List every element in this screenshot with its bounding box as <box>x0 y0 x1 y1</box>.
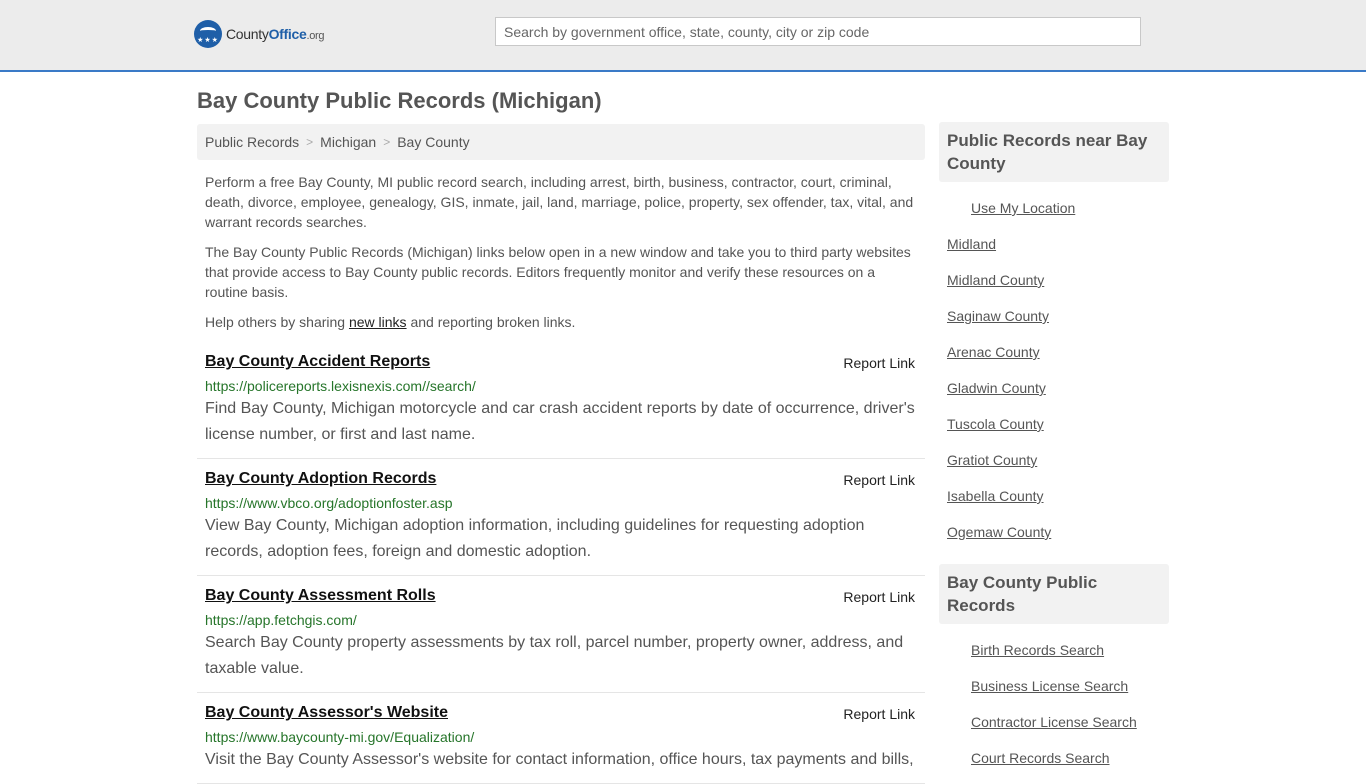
site-logo[interactable]: ★★★ CountyOffice.org <box>194 20 325 48</box>
report-link-button[interactable]: Report Link <box>843 472 915 488</box>
sidebar: Public Records near Bay County Use My Lo… <box>939 122 1169 780</box>
nearby-link-saginaw-county[interactable]: Saginaw County <box>947 298 1161 334</box>
site-header: ★★★ CountyOffice.org <box>0 0 1366 72</box>
record-item: Bay County Assessment Rolls Report Link … <box>197 576 925 693</box>
record-description: Find Bay County, Michigan motorcycle and… <box>205 400 915 443</box>
nearby-link-midland[interactable]: Midland <box>947 226 1161 262</box>
record-item: Bay County Adoption Records Report Link … <box>197 459 925 576</box>
eagle-logo-icon: ★★★ <box>194 20 222 48</box>
record-description: Visit the Bay County Assessor's website … <box>205 751 914 768</box>
logo-text: CountyOffice.org <box>226 26 325 42</box>
intro-text: Perform a free Bay County, MI public rec… <box>197 160 925 332</box>
record-url: https://app.fetchgis.com/ <box>205 612 357 628</box>
breadcrumb-separator: > <box>306 135 314 149</box>
breadcrumb-separator: > <box>383 135 391 149</box>
nearby-link-tuscola-county[interactable]: Tuscola County <box>947 406 1161 442</box>
record-url: https://www.baycounty-mi.gov/Equalizatio… <box>205 729 475 745</box>
county-records-heading: Bay County Public Records <box>939 564 1169 624</box>
intro-paragraph: The Bay County Public Records (Michigan)… <box>205 244 911 300</box>
nearby-link-gratiot-county[interactable]: Gratiot County <box>947 442 1161 478</box>
nearby-link-ogemaw-county[interactable]: Ogemaw County <box>947 514 1161 550</box>
record-item: Bay County Assessor's Website Report Lin… <box>197 693 925 784</box>
report-link-button[interactable]: Report Link <box>843 706 915 722</box>
use-my-location-link[interactable]: Use My Location <box>947 190 1161 226</box>
intro-paragraph: Perform a free Bay County, MI public rec… <box>205 174 914 230</box>
nearby-link-midland-county[interactable]: Midland County <box>947 262 1161 298</box>
page-title: Bay County Public Records (Michigan) <box>197 88 602 113</box>
county-records-list: Birth Records Search Business License Se… <box>939 624 1169 780</box>
birth-records-link[interactable]: Birth Records Search <box>947 632 1161 668</box>
search-input[interactable] <box>495 17 1141 46</box>
breadcrumb: Public Records > Michigan > Bay County <box>197 124 925 160</box>
record-description: View Bay County, Michigan adoption infor… <box>205 517 865 560</box>
record-title-link[interactable]: Bay County Assessor's Website <box>205 703 448 723</box>
report-link-button[interactable]: Report Link <box>843 355 915 371</box>
new-links-link[interactable]: new links <box>349 314 407 330</box>
nearby-heading: Public Records near Bay County <box>939 122 1169 182</box>
record-url: https://www.vbco.org/adoptionfoster.asp <box>205 495 453 511</box>
record-url: https://policereports.lexisnexis.com//se… <box>205 378 476 394</box>
breadcrumb-michigan[interactable]: Michigan <box>320 134 376 150</box>
record-description: Search Bay County property assessments b… <box>205 634 904 677</box>
record-item: Bay County Accident Reports Report Link … <box>197 342 925 459</box>
breadcrumb-bay-county[interactable]: Bay County <box>397 134 469 150</box>
nearby-link-isabella-county[interactable]: Isabella County <box>947 478 1161 514</box>
record-title-link[interactable]: Bay County Assessment Rolls <box>205 586 436 606</box>
contractor-license-link[interactable]: Contractor License Search <box>947 704 1161 740</box>
court-records-link[interactable]: Court Records Search <box>947 740 1161 776</box>
main-content: Public Records > Michigan > Bay County P… <box>197 124 925 784</box>
report-link-button[interactable]: Report Link <box>843 589 915 605</box>
record-title-link[interactable]: Bay County Adoption Records <box>205 469 436 489</box>
record-title-link[interactable]: Bay County Accident Reports <box>205 352 430 372</box>
business-license-link[interactable]: Business License Search <box>947 668 1161 704</box>
nearby-link-gladwin-county[interactable]: Gladwin County <box>947 370 1161 406</box>
nearby-list: Use My Location Midland Midland County S… <box>939 182 1169 554</box>
breadcrumb-public-records[interactable]: Public Records <box>205 134 299 150</box>
help-paragraph: Help others by sharing new links and rep… <box>205 314 576 330</box>
nearby-link-arenac-county[interactable]: Arenac County <box>947 334 1161 370</box>
